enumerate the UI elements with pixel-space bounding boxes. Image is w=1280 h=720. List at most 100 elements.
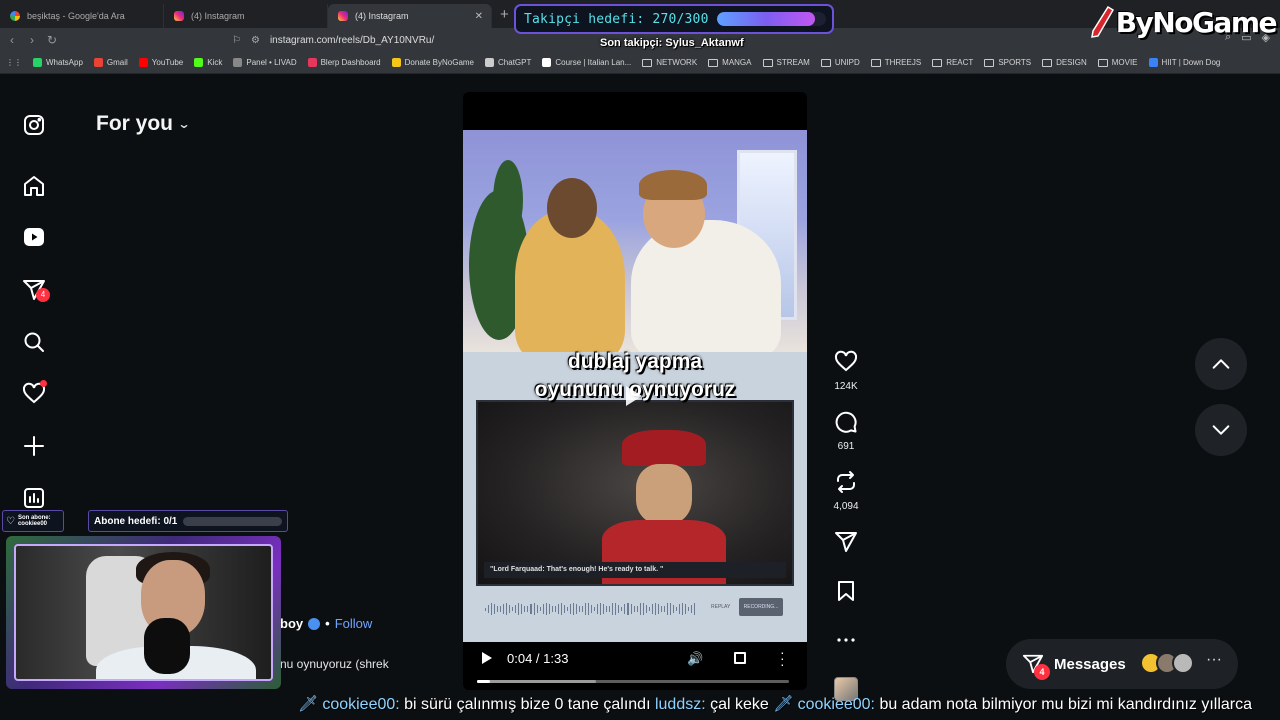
- waveform-bar: [503, 603, 505, 615]
- chevron-up-icon: [1212, 359, 1230, 369]
- bookmark-kick[interactable]: Kick: [194, 58, 222, 67]
- waveform-bar: [669, 603, 671, 615]
- bookmark-donate[interactable]: Donate ByNoGame: [391, 58, 474, 67]
- bookmark-folder-unipd[interactable]: UNIPD: [820, 58, 860, 67]
- waveform-bar: [627, 603, 629, 615]
- waveform-bar: [672, 605, 674, 613]
- next-reel-button[interactable]: [1195, 404, 1247, 456]
- apps-icon[interactable]: ⋮⋮: [6, 58, 22, 67]
- play-icon[interactable]: [482, 652, 492, 664]
- bookmark-folder-stream[interactable]: STREAM: [762, 58, 810, 67]
- video-progress-bar[interactable]: [477, 680, 789, 683]
- tab-instagram-1[interactable]: (4) Instagram: [164, 4, 328, 28]
- reels-icon[interactable]: [22, 225, 46, 249]
- messages-badge: 4: [1034, 664, 1050, 680]
- tab-instagram-active[interactable]: (4) Instagram ✕: [328, 4, 492, 28]
- waveform-bar: [485, 607, 487, 611]
- follow-button[interactable]: Follow: [335, 616, 373, 631]
- feed-selector[interactable]: For you ⌄: [96, 112, 191, 136]
- bookmark-youtube[interactable]: YouTube: [138, 58, 183, 67]
- waveform-bar: [497, 606, 499, 612]
- waveform-bar: [560, 603, 562, 615]
- home-icon[interactable]: [22, 174, 46, 198]
- like-count: 124K: [834, 381, 858, 392]
- direct-messages-icon[interactable]: 4: [22, 278, 50, 302]
- waveform-bar: [639, 603, 641, 615]
- video-time: 0:04 / 1:33: [507, 651, 569, 666]
- heart-icon[interactable]: [22, 380, 47, 406]
- bookmark-gmail[interactable]: Gmail: [93, 58, 128, 67]
- bookmark-folder-sports[interactable]: SPORTS: [984, 58, 1031, 67]
- waveform-bar: [506, 603, 508, 615]
- waveform-bar: [594, 607, 596, 611]
- close-tab-icon[interactable]: ✕: [475, 11, 483, 22]
- avatar: [1172, 652, 1194, 674]
- tab-google-search[interactable]: beşiktaş - Google'da Ara: [0, 4, 164, 28]
- sword-icon: 🗡: [773, 696, 794, 713]
- new-tab-icon[interactable]: +: [500, 4, 509, 28]
- bookmark-whatsapp[interactable]: WhatsApp: [33, 58, 83, 67]
- bookmark-folder-threejs[interactable]: THREEJS: [870, 58, 921, 67]
- back-icon[interactable]: ‹: [2, 33, 22, 47]
- bookmark-folder-design[interactable]: DESIGN: [1042, 58, 1087, 67]
- create-icon[interactable]: [22, 434, 46, 458]
- waveform-bar: [651, 604, 653, 614]
- follower-goal-fill: [716, 12, 816, 26]
- separator: •: [325, 616, 330, 631]
- panel-icon: [233, 58, 243, 67]
- author-name[interactable]: boy: [280, 616, 303, 631]
- chat-message: çal keke: [710, 696, 769, 713]
- volume-icon[interactable]: 🔊: [687, 651, 703, 667]
- dashboard-icon[interactable]: [22, 486, 46, 510]
- whatsapp-icon: [33, 58, 42, 67]
- more-horizontal-icon[interactable]: ···: [1206, 651, 1222, 669]
- game-subtitle: "Lord Farquaad: That's enough! He's read…: [484, 562, 786, 578]
- share-button[interactable]: [826, 530, 866, 559]
- waveform-bar: [618, 604, 620, 614]
- waveform-bar: [694, 603, 696, 615]
- waveform-bar: [582, 605, 584, 613]
- bookmark-course[interactable]: Course | Italian Lan...: [542, 58, 631, 67]
- waveform-bar: [578, 606, 580, 612]
- repost-button[interactable]: 4,094: [826, 470, 866, 512]
- bookmark-chatgpt[interactable]: ChatGPT: [485, 58, 531, 67]
- previous-reel-button[interactable]: [1195, 338, 1247, 390]
- more-vertical-icon[interactable]: · · ·: [780, 645, 785, 671]
- bookmark-folder-network[interactable]: NETWORK: [642, 58, 697, 67]
- folder-icon: [984, 58, 995, 67]
- like-button[interactable]: 124K: [826, 350, 866, 392]
- google-icon: [10, 11, 20, 21]
- bookmark-panel[interactable]: Panel • LIVAD: [233, 58, 297, 67]
- waveform-bar: [588, 603, 590, 615]
- fullscreen-icon[interactable]: [734, 652, 746, 664]
- waveform-bar: [654, 603, 656, 615]
- play-overlay-icon[interactable]: [626, 386, 642, 406]
- reel-video[interactable]: "Lord Farquaad: That's enough! He's read…: [463, 92, 807, 690]
- more-options-button[interactable]: [826, 628, 866, 657]
- chevron-down-icon: [1212, 425, 1230, 435]
- bookmark-icon[interactable]: ⚐: [232, 35, 241, 46]
- waveform-bar: [527, 605, 529, 613]
- comment-button[interactable]: 691: [826, 410, 866, 452]
- waveform-bar: [569, 604, 571, 614]
- search-icon[interactable]: [22, 330, 46, 354]
- bookmark-icon: [838, 581, 854, 601]
- microphone-shape: [144, 618, 190, 674]
- folder-icon: [762, 58, 773, 67]
- waveform-bar: [682, 603, 684, 615]
- bookmark-folder-manga[interactable]: MANGA: [708, 58, 752, 67]
- bookmark-blerp[interactable]: Blerp Dashboard: [307, 58, 381, 67]
- waveform-bar: [536, 604, 538, 614]
- save-button[interactable]: [826, 579, 866, 608]
- forward-icon[interactable]: ›: [22, 33, 42, 47]
- site-info-icon[interactable]: ⚙: [251, 35, 260, 46]
- bookmark-folder-movie[interactable]: MOVIE: [1097, 58, 1138, 67]
- waveform-bar: [554, 605, 556, 613]
- bookmark-hiit[interactable]: HIIT | Down Dog: [1148, 58, 1220, 67]
- post-description[interactable]: nu oynuyoruz (shrek: [280, 657, 389, 671]
- reload-icon[interactable]: ↻: [42, 33, 62, 47]
- waveform-bar: [606, 606, 608, 612]
- bookmark-folder-react[interactable]: REACT: [932, 58, 973, 67]
- waveform-bar: [630, 603, 632, 615]
- instagram-icon[interactable]: [22, 113, 46, 137]
